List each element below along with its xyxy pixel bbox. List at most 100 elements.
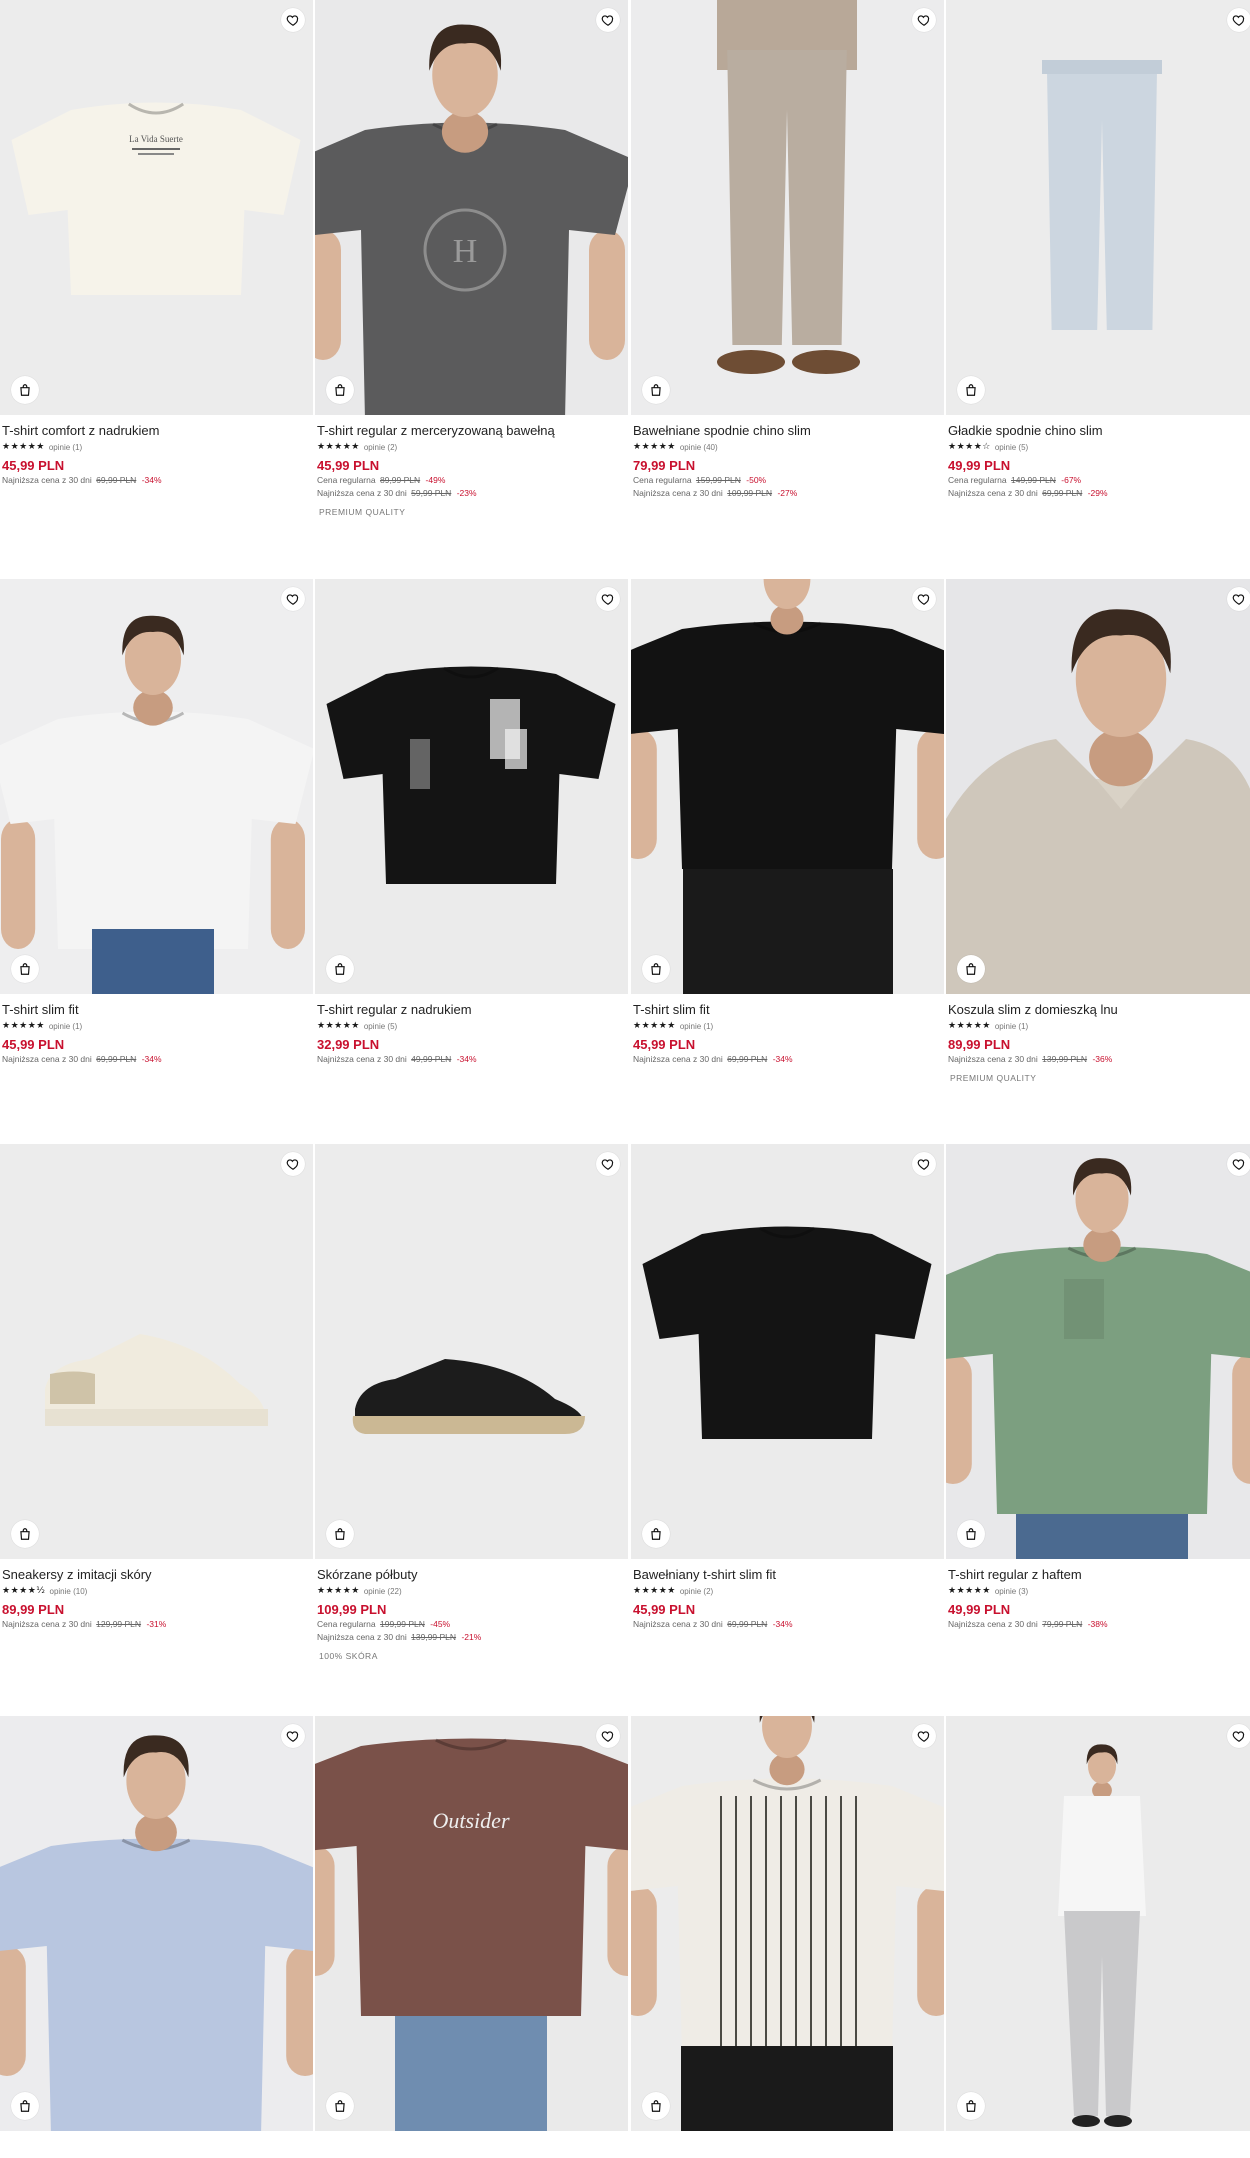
black-tshirt-flat-image[interactable]	[631, 1144, 944, 1559]
product-title[interactable]: Sneakersy z imitacji skóry	[2, 1567, 311, 1583]
model-linen-shirt-image[interactable]	[946, 579, 1250, 994]
review-count[interactable]: opinie (2)	[680, 1587, 713, 1596]
product-card[interactable]	[0, 1716, 313, 2158]
product-card[interactable]: Bawełniane spodnie chino slim ★★★★★ opin…	[631, 0, 944, 500]
model-green-tshirt-image[interactable]	[946, 1144, 1250, 1559]
shopping-bag-icon[interactable]	[957, 2092, 985, 2120]
heart-icon[interactable]	[912, 1152, 936, 1176]
shopping-bag-icon[interactable]	[11, 376, 39, 404]
white-sneaker-image[interactable]	[0, 1144, 313, 1559]
product-card[interactable]: T-shirt slim fit ★★★★★ opinie (1) 45,99 …	[631, 579, 944, 1066]
product-price: 49,99 PLN	[948, 458, 1011, 473]
product-title[interactable]: Bawełniane spodnie chino slim	[633, 423, 942, 439]
product-card[interactable]: Koszula slim z domieszką lnu ★★★★★ opini…	[946, 579, 1250, 1083]
rating: ★★★★★ opinie (22)	[317, 1585, 626, 1597]
shopping-bag-icon[interactable]	[11, 2092, 39, 2120]
product-card[interactable]: Skórzane półbuty ★★★★★ opinie (22) 109,9…	[315, 1144, 628, 1661]
shopping-bag-icon[interactable]	[957, 1520, 985, 1548]
price-note-label: Najniższa cena z 30 dni	[633, 1619, 723, 1629]
review-count[interactable]: opinie (2)	[364, 443, 397, 452]
product-card[interactable]: La Vida Suerte T-shirt comfort z nadruki…	[0, 0, 313, 487]
shopping-bag-icon[interactable]	[11, 955, 39, 983]
model-beige-chinos-image[interactable]	[631, 0, 944, 415]
shopping-bag-icon[interactable]	[326, 376, 354, 404]
shopping-bag-icon[interactable]	[642, 1520, 670, 1548]
heart-icon[interactable]	[281, 1724, 305, 1748]
discount-badge: -49%	[425, 475, 446, 485]
product-card[interactable]: T-shirt regular z haftem ★★★★★ opinie (3…	[946, 1144, 1250, 1631]
heart-icon[interactable]	[596, 587, 620, 611]
t-shirt-white-product-image[interactable]: La Vida Suerte	[0, 0, 313, 415]
heart-icon[interactable]	[281, 8, 305, 32]
heart-icon[interactable]	[912, 8, 936, 32]
product-price: 45,99 PLN	[633, 1037, 696, 1052]
shopping-bag-icon[interactable]	[957, 955, 985, 983]
shopping-bag-icon[interactable]	[957, 376, 985, 404]
light-blue-chinos-image[interactable]	[946, 0, 1250, 415]
product-tag: PREMIUM QUALITY	[950, 1073, 1037, 1083]
heart-icon[interactable]	[596, 8, 620, 32]
heart-icon[interactable]	[1227, 8, 1250, 32]
product-card[interactable]: T-shirt slim fit ★★★★★ opinie (1) 45,99 …	[0, 579, 313, 1066]
product-card[interactable]: T-shirt regular z nadrukiem ★★★★★ opinie…	[315, 579, 628, 1066]
shopping-bag-icon[interactable]	[642, 955, 670, 983]
model-black-tshirt-image[interactable]	[631, 579, 944, 994]
heart-icon[interactable]	[912, 587, 936, 611]
shopping-bag-icon[interactable]	[326, 955, 354, 983]
product-title[interactable]: T-shirt slim fit	[2, 1002, 311, 1018]
product-title[interactable]: Gładkie spodnie chino slim	[948, 423, 1250, 439]
product-card[interactable]: Gładkie spodnie chino slim ★★★★☆ opinie …	[946, 0, 1250, 500]
discount-badge: -50%	[746, 475, 767, 485]
black-suede-shoe-image[interactable]	[315, 1144, 628, 1559]
product-title[interactable]: T-shirt slim fit	[633, 1002, 942, 1018]
heart-icon[interactable]	[281, 587, 305, 611]
product-title[interactable]: T-shirt regular z nadrukiem	[317, 1002, 626, 1018]
product-card[interactable]: H T-shirt regular z merceryzowaną bawełn…	[315, 0, 628, 517]
price-note: Najniższa cena z 30 dni 49,99 PLN -34%	[317, 1053, 626, 1066]
shopping-bag-icon[interactable]	[326, 2092, 354, 2120]
product-card[interactable]: Outsider	[315, 1716, 628, 2158]
heart-icon[interactable]	[1227, 1152, 1250, 1176]
svg-text:Outsider: Outsider	[433, 1808, 510, 1833]
model-blue-shirt-image[interactable]	[0, 1716, 313, 2131]
shopping-bag-icon[interactable]	[642, 376, 670, 404]
price-note-label: Najniższa cena z 30 dni	[948, 1619, 1038, 1629]
shopping-bag-icon[interactable]	[326, 1520, 354, 1548]
black-print-tshirt-image[interactable]	[315, 579, 628, 994]
heart-icon[interactable]	[596, 1152, 620, 1176]
review-count[interactable]: opinie (10)	[50, 1587, 88, 1596]
review-count[interactable]: opinie (1)	[995, 1022, 1028, 1031]
product-title[interactable]: T-shirt regular z haftem	[948, 1567, 1250, 1583]
product-card[interactable]	[631, 1716, 944, 2158]
heart-icon[interactable]	[596, 1724, 620, 1748]
review-count[interactable]: opinie (40)	[680, 443, 718, 452]
product-title[interactable]: T-shirt comfort z nadrukiem	[2, 423, 311, 439]
product-card[interactable]: Sneakersy z imitacji skóry ★★★★½ opinie …	[0, 1144, 313, 1631]
review-count[interactable]: opinie (5)	[364, 1022, 397, 1031]
review-count[interactable]: opinie (3)	[995, 1587, 1028, 1596]
product-title[interactable]: Bawełniany t-shirt slim fit	[633, 1567, 942, 1583]
model-white-tshirt-image[interactable]	[0, 579, 313, 994]
shopping-bag-icon[interactable]	[642, 2092, 670, 2120]
heart-icon[interactable]	[912, 1724, 936, 1748]
product-title[interactable]: T-shirt regular z merceryzowaną bawełną	[317, 423, 626, 439]
review-count[interactable]: opinie (22)	[364, 1587, 402, 1596]
model-white-shirt-image[interactable]	[946, 1716, 1250, 2131]
heart-icon[interactable]	[281, 1152, 305, 1176]
shopping-bag-icon[interactable]	[11, 1520, 39, 1548]
product-title[interactable]: Skórzane półbuty	[317, 1567, 626, 1583]
model-grey-tshirt-image[interactable]: H	[315, 0, 628, 415]
review-count[interactable]: opinie (1)	[680, 1022, 713, 1031]
product-card[interactable]: Bawełniany t-shirt slim fit ★★★★★ opinie…	[631, 1144, 944, 1631]
heart-icon[interactable]	[1227, 1724, 1250, 1748]
model-brown-tshirt-image[interactable]: Outsider	[315, 1716, 628, 2131]
review-count[interactable]: opinie (1)	[49, 443, 82, 452]
model-striped-polo-image[interactable]	[631, 1716, 944, 2131]
product-title[interactable]: Koszula slim z domieszką lnu	[948, 1002, 1250, 1018]
product-info: T-shirt slim fit ★★★★★ opinie (1) 45,99 …	[0, 994, 313, 1066]
review-count[interactable]: opinie (1)	[49, 1022, 82, 1031]
heart-icon[interactable]	[1227, 587, 1250, 611]
discount-badge: -38%	[1087, 1619, 1108, 1629]
review-count[interactable]: opinie (5)	[995, 443, 1028, 452]
product-card[interactable]	[946, 1716, 1250, 2158]
